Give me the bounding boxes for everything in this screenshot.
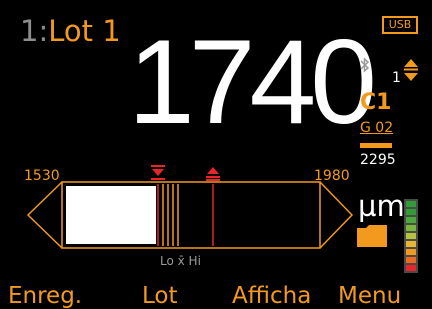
softkey-save[interactable]: Enreg. [8,284,82,309]
lot-number: 1: [20,14,49,48]
softkey-bar: Enreg. Lot Afficha Menu [0,278,432,309]
signal-level-icon [404,199,418,277]
softkey-display[interactable]: Afficha [232,284,311,309]
main-reading: 1740 [128,15,377,149]
sort-index: 1 [392,70,401,86]
folder-icon [356,224,388,252]
bluetooth-icon [359,57,371,77]
calibration-label: C1 [360,90,392,115]
group-label: G 02 [360,120,394,136]
high-limit-marker-icon [206,167,220,181]
sort-icon [402,58,420,86]
scale-left-arrow-icon [26,181,63,249]
softkey-lot[interactable]: Lot [142,284,178,309]
lot-name: Lot 1 [48,14,121,48]
scale-right-arrow-icon [319,181,354,249]
group-indicator-bar [360,143,392,148]
low-limit-marker-icon [151,165,165,180]
usb-badge: USB [382,16,418,34]
lo-hi-label: Lo x̄ Hi [160,254,201,268]
unit-label: µm [358,189,405,223]
lot-title: 1:Lot 1 [20,14,121,48]
softkey-menu[interactable]: Menu [338,284,401,309]
reading-fill [66,186,156,244]
